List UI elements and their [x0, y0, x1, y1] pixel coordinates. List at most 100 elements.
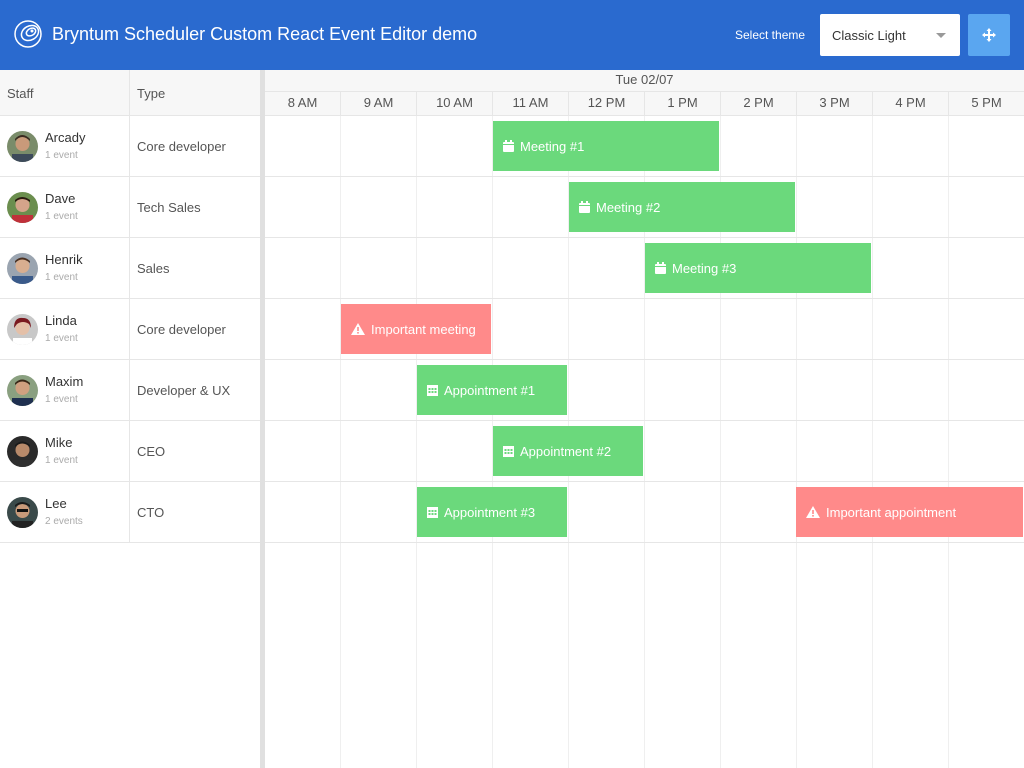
- calendar-icon: [655, 262, 666, 274]
- event-count: 1 event: [45, 150, 78, 161]
- avatar: [7, 436, 38, 467]
- row-line: [265, 420, 1024, 421]
- app-header: Bryntum Scheduler Custom React Event Edi…: [0, 0, 1024, 70]
- grid-line: [340, 116, 341, 768]
- staff-cell: Lee 2 events: [0, 482, 130, 542]
- hour-header: 1 PM: [645, 92, 721, 116]
- warning-icon: [351, 323, 365, 335]
- event-name: Appointment #1: [444, 382, 536, 398]
- theme-select[interactable]: Classic Light: [820, 14, 960, 56]
- grid-row[interactable]: Linda 1 event Core developer: [0, 299, 260, 360]
- type-cell: Tech Sales: [137, 199, 201, 215]
- row-line: [265, 359, 1024, 360]
- grid-row[interactable]: Dave 1 event Tech Sales: [0, 177, 260, 238]
- event-name: Important meeting: [371, 321, 476, 337]
- calendar-grid-icon: [503, 446, 514, 457]
- event-bar[interactable]: Meeting #1: [493, 121, 719, 171]
- hour-header: 12 PM: [569, 92, 645, 116]
- hour-header: 9 AM: [341, 92, 417, 116]
- grid-row[interactable]: Arcady 1 event Core developer: [0, 116, 260, 177]
- grid-line: [872, 116, 873, 768]
- row-line: [265, 176, 1024, 177]
- calendar-icon: [579, 201, 590, 213]
- hour-header: 10 AM: [417, 92, 493, 116]
- avatar: [7, 497, 38, 528]
- staff-cell: Henrik 1 event: [0, 238, 130, 298]
- hour-header: 11 AM: [493, 92, 569, 116]
- event-bar[interactable]: Appointment #1: [417, 365, 567, 415]
- timeline: Tue 02/07 8 AM 9 AM 10 AM 11 AM 12 PM 1 …: [265, 70, 1024, 768]
- hour-header: 4 PM: [873, 92, 949, 116]
- type-cell: Developer & UX: [137, 382, 231, 398]
- event-count: 1 event: [45, 455, 78, 466]
- staff-cell: Maxim 1 event: [0, 360, 130, 420]
- grid-line: [948, 116, 949, 768]
- theme-select-value: Classic Light: [832, 27, 906, 43]
- bryntum-logo-icon: [14, 20, 42, 48]
- type-cell: Core developer: [137, 138, 226, 154]
- event-name: Appointment #3: [444, 504, 536, 520]
- staff-cell: Linda 1 event: [0, 299, 130, 359]
- type-cell: CEO: [137, 443, 166, 459]
- calendar-grid-icon: [427, 507, 438, 518]
- hour-header: 2 PM: [721, 92, 797, 116]
- calendar-icon: [503, 140, 514, 152]
- type-cell: Core developer: [137, 321, 226, 337]
- resource-grid: Staff Type Arcady 1 event Core developer…: [0, 70, 260, 768]
- timeline-hours: 8 AM 9 AM 10 AM 11 AM 12 PM 1 PM 2 PM 3 …: [265, 92, 1024, 116]
- type-cell: Sales: [137, 260, 170, 276]
- event-bar[interactable]: Important meeting: [341, 304, 491, 354]
- row-line: [265, 542, 1024, 543]
- event-bar[interactable]: Appointment #2: [493, 426, 643, 476]
- event-bar[interactable]: Meeting #3: [645, 243, 871, 293]
- timeline-date: Tue 02/07: [265, 70, 1024, 92]
- avatar: [7, 314, 38, 345]
- staff-name: Linda: [45, 313, 77, 328]
- event-name: Appointment #2: [520, 443, 612, 459]
- event-name: Meeting #1: [520, 138, 585, 154]
- avatar: [7, 192, 38, 223]
- avatar: [7, 375, 38, 406]
- grid-row[interactable]: Henrik 1 event Sales: [0, 238, 260, 299]
- column-header-type[interactable]: Type: [130, 70, 260, 116]
- staff-cell: Mike 1 event: [0, 421, 130, 481]
- event-bar[interactable]: Appointment #3: [417, 487, 567, 537]
- column-header-staff[interactable]: Staff: [0, 70, 130, 116]
- calendar-grid-icon: [427, 385, 438, 396]
- staff-name: Arcady: [45, 130, 86, 145]
- event-name: Meeting #3: [672, 260, 737, 276]
- row-line: [265, 237, 1024, 238]
- grid-line: [416, 116, 417, 768]
- staff-name: Lee: [45, 496, 67, 511]
- event-count: 1 event: [45, 394, 78, 405]
- grid-line: [796, 116, 797, 768]
- event-count: 1 event: [45, 211, 78, 222]
- chevron-down-icon[interactable]: [936, 33, 946, 38]
- row-line: [265, 298, 1024, 299]
- app-title: Bryntum Scheduler Custom React Event Edi…: [52, 24, 478, 44]
- row-line: [265, 481, 1024, 482]
- staff-cell: Dave 1 event: [0, 177, 130, 237]
- warning-icon: [806, 506, 820, 518]
- avatar: [7, 253, 38, 284]
- grid-row[interactable]: Mike 1 event CEO: [0, 421, 260, 482]
- event-count: 1 event: [45, 272, 78, 283]
- avatar: [7, 131, 38, 162]
- grid-row[interactable]: Maxim 1 event Developer & UX: [0, 360, 260, 421]
- timeline-header: Tue 02/07 8 AM 9 AM 10 AM 11 AM 12 PM 1 …: [265, 70, 1024, 116]
- hour-header: 8 AM: [265, 92, 341, 116]
- staff-name: Mike: [45, 435, 73, 450]
- event-bar[interactable]: Important appointment: [796, 487, 1023, 537]
- timeline-body[interactable]: Meeting #1 Meeting #2 Meeting #3 Importa…: [265, 116, 1024, 768]
- staff-name: Henrik: [45, 252, 83, 267]
- move-arrows-icon: [982, 28, 996, 42]
- type-cell: CTO: [137, 504, 165, 520]
- staff-name: Dave: [45, 191, 76, 206]
- grid-header: Staff Type: [0, 70, 260, 116]
- grid-row[interactable]: Lee 2 events CTO: [0, 482, 260, 543]
- event-name: Meeting #2: [596, 199, 661, 215]
- fullscreen-button[interactable]: [968, 14, 1010, 56]
- theme-label: Select theme: [735, 28, 806, 42]
- event-bar[interactable]: Meeting #2: [569, 182, 795, 232]
- grid-body: Arcady 1 event Core developer Dave 1 eve…: [0, 116, 260, 543]
